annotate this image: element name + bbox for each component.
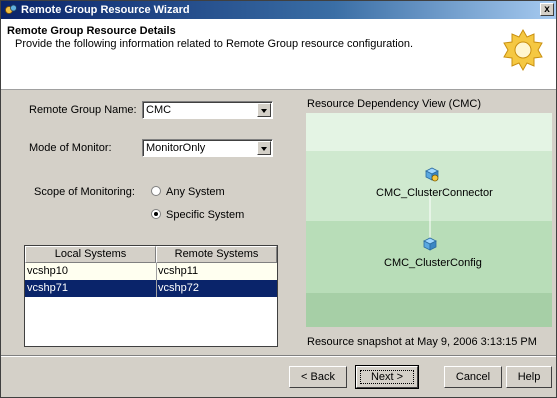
wizard-window: Remote Group Resource Wizard x Remote Gr… [0, 0, 557, 398]
gear-icon [503, 28, 543, 72]
mode-select[interactable]: MonitorOnly [142, 139, 273, 157]
chevron-down-icon[interactable] [257, 141, 271, 155]
radio-button[interactable] [151, 186, 161, 196]
dependency-graph [423, 167, 439, 251]
table-row[interactable]: vcshp71 vcshp72 [25, 280, 277, 297]
page-description: Provide the following information relate… [15, 38, 414, 50]
next-button[interactable]: Next > [355, 365, 419, 389]
remote-system-cell[interactable]: vcshp72 [156, 280, 277, 297]
back-button[interactable]: < Back [289, 366, 347, 388]
column-divider [156, 263, 157, 297]
radio-button[interactable] [151, 209, 161, 219]
page-title: Remote Group Resource Details [7, 25, 176, 37]
footer-divider [1, 355, 556, 357]
table-row[interactable]: vcshp10 vcshp11 [25, 263, 277, 280]
remote-system-cell[interactable]: vcshp11 [156, 263, 277, 280]
local-system-cell[interactable]: vcshp71 [25, 280, 156, 297]
mode-value: MonitorOnly [146, 142, 206, 154]
scope-label: Scope of Monitoring: [34, 186, 135, 198]
radio-specific-system[interactable]: Specific System [151, 209, 244, 221]
radio-label: Any System [166, 186, 225, 198]
table-header: Local Systems Remote Systems [25, 246, 277, 263]
node-label-config[interactable]: CMC_ClusterConfig [384, 257, 482, 269]
close-button[interactable]: x [540, 3, 554, 16]
cancel-button[interactable]: Cancel [444, 366, 502, 388]
local-system-cell[interactable]: vcshp10 [25, 263, 156, 280]
radio-label: Specific System [166, 209, 245, 221]
wizard-app-icon [5, 4, 17, 14]
next-button-label: Next > [360, 370, 414, 384]
chevron-down-icon[interactable] [257, 103, 271, 117]
help-button[interactable]: Help [506, 366, 552, 388]
systems-table: Local Systems Remote Systems vcshp10 vcs… [24, 245, 278, 347]
remote-group-value: CMC [146, 104, 172, 116]
title-bar: Remote Group Resource Wizard x [1, 1, 556, 19]
remote-group-label: Remote Group Name: [29, 104, 137, 116]
dependency-view-title: Resource Dependency View (CMC) [307, 98, 482, 110]
column-header-local[interactable]: Local Systems [25, 246, 156, 263]
resource-connector-icon[interactable] [425, 167, 439, 182]
close-icon: x [544, 4, 550, 15]
dependency-view-panel: CMC_ClusterConnector CMC_ClusterConfig [306, 113, 552, 327]
resource-config-icon[interactable] [423, 237, 437, 251]
node-label-connector[interactable]: CMC_ClusterConnector [376, 187, 493, 199]
window-title: Remote Group Resource Wizard [21, 4, 190, 16]
wizard-header: Remote Group Resource Details Provide th… [1, 19, 556, 90]
snapshot-timestamp: Resource snapshot at May 9, 2006 3:13:15… [307, 336, 537, 348]
radio-any-system[interactable]: Any System [151, 186, 225, 198]
column-header-remote[interactable]: Remote Systems [156, 246, 277, 263]
mode-label: Mode of Monitor: [29, 142, 112, 154]
remote-group-select[interactable]: CMC [142, 101, 273, 119]
